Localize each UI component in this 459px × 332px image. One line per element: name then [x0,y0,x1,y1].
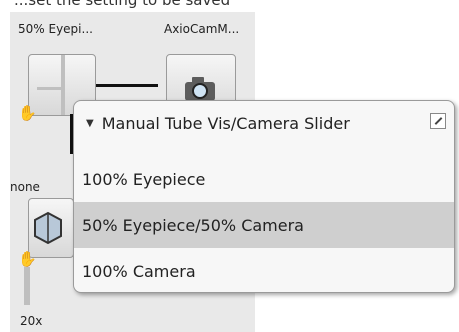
popup-item-100-camera[interactable]: 100% Camera [74,248,454,292]
eyepiece-label: 50% Eyepi... [18,22,93,36]
camera-label: AxioCamM... [164,22,240,36]
top-caption: ...set the setting to be saved [14,0,231,9]
camera-icon [185,77,215,101]
popup-item-100-eyepiece[interactable]: 100% Eyepiece [74,156,454,202]
popup-item-50-50[interactable]: 50% Eyepiece/50% Camera [74,202,454,248]
collapse-triangle-icon[interactable]: ▼ [86,118,94,129]
popup-item-label: 50% Eyepiece/50% Camera [82,215,304,235]
tube-slider-branch [37,87,61,90]
tube-slider-bar [61,55,65,115]
objective-slider[interactable] [24,267,30,305]
tube-slider-popup: ▼ Manual Tube Vis/Camera Slider 100% Eye… [73,100,455,293]
hand-icon: ✋ [18,104,37,122]
filter-node[interactable] [28,198,74,258]
undock-icon[interactable] [430,113,446,129]
light-path-line [96,84,158,87]
popup-title: Manual Tube Vis/Camera Slider [101,113,350,133]
popup-item-label: 100% Camera [82,261,196,281]
popup-header: ▼ Manual Tube Vis/Camera Slider [74,101,454,145]
none-label: none [10,180,40,194]
hand-icon: ✋ [18,250,37,268]
popup-item-label: 100% Eyepiece [82,169,206,189]
objective-label: 20x [20,314,43,328]
cube-icon [34,211,62,245]
